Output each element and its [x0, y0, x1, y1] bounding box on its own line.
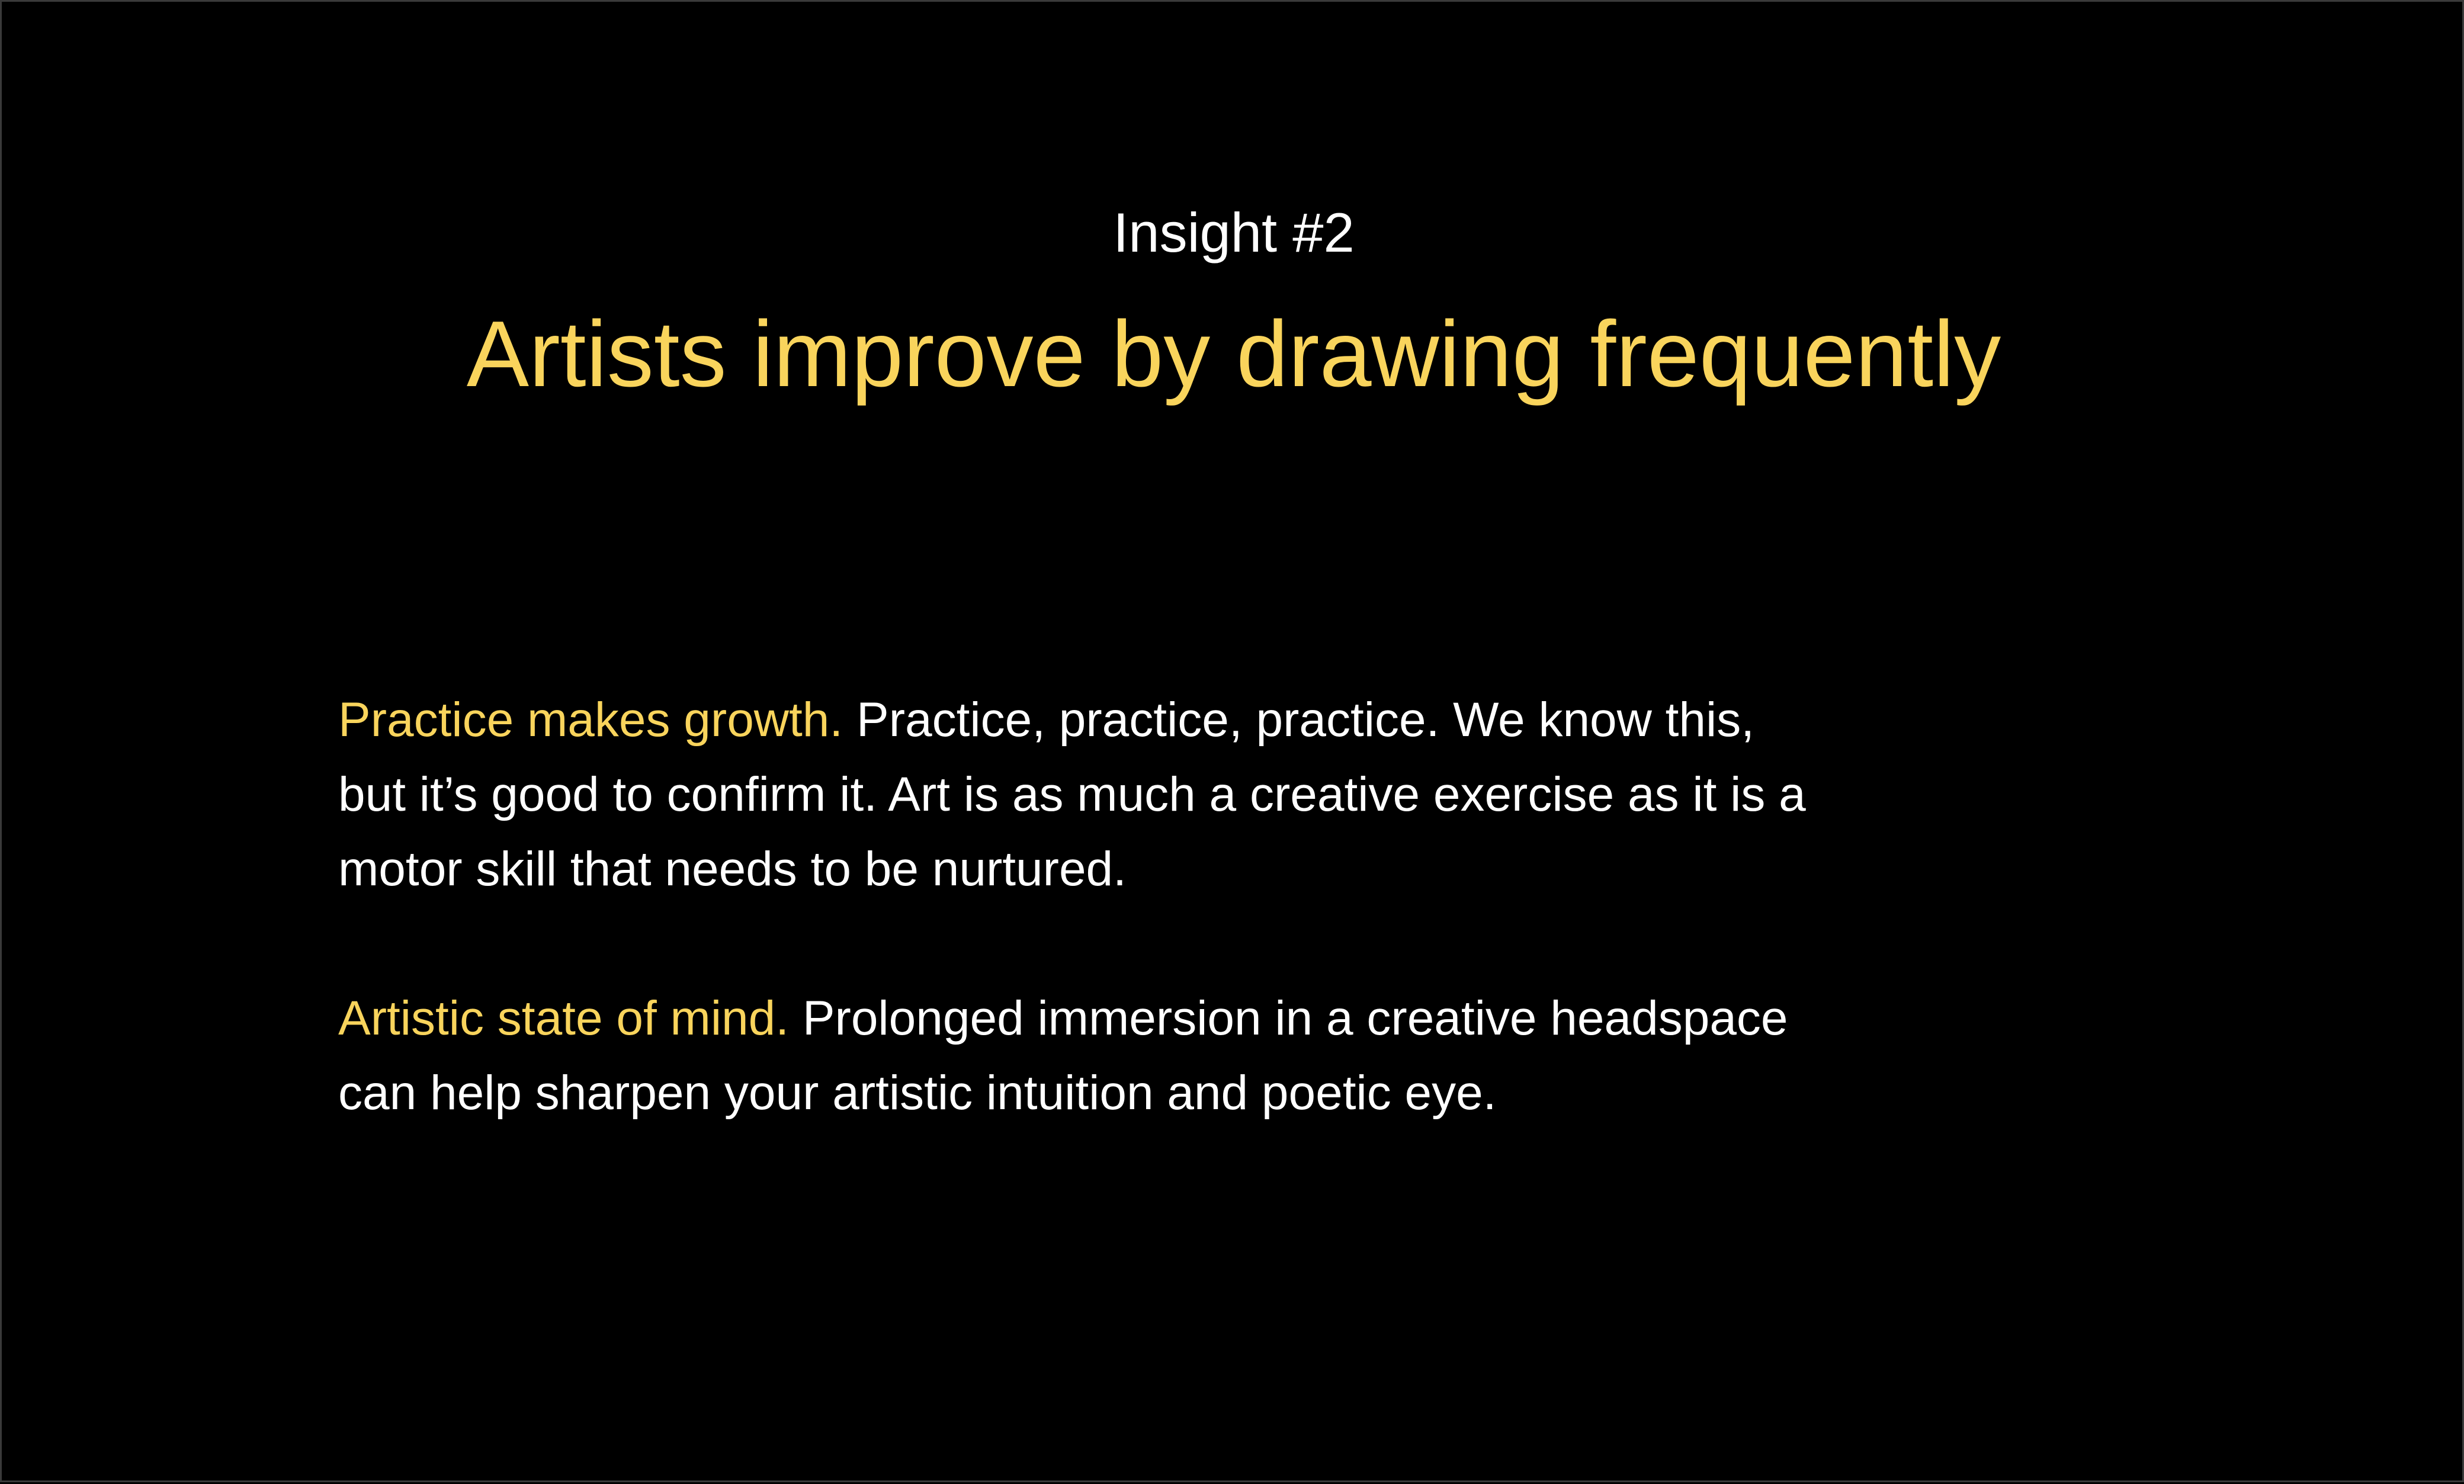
slide-body: Practice makes growth. Practice, practic…: [338, 683, 1831, 1130]
slide: Insight #2 Artists improve by drawing fr…: [2, 2, 2464, 1484]
insight-number: Insight #2: [1113, 201, 1355, 264]
paragraph-lead: Practice makes growth.: [338, 693, 843, 747]
paragraph-state-of-mind: Artistic state of mind. Prolonged immers…: [338, 981, 1831, 1130]
paragraph-practice: Practice makes growth. Practice, practic…: [338, 683, 1831, 907]
slide-headline: Artists improve by drawing frequently: [466, 302, 2001, 406]
paragraph-lead: Artistic state of mind.: [338, 991, 790, 1045]
